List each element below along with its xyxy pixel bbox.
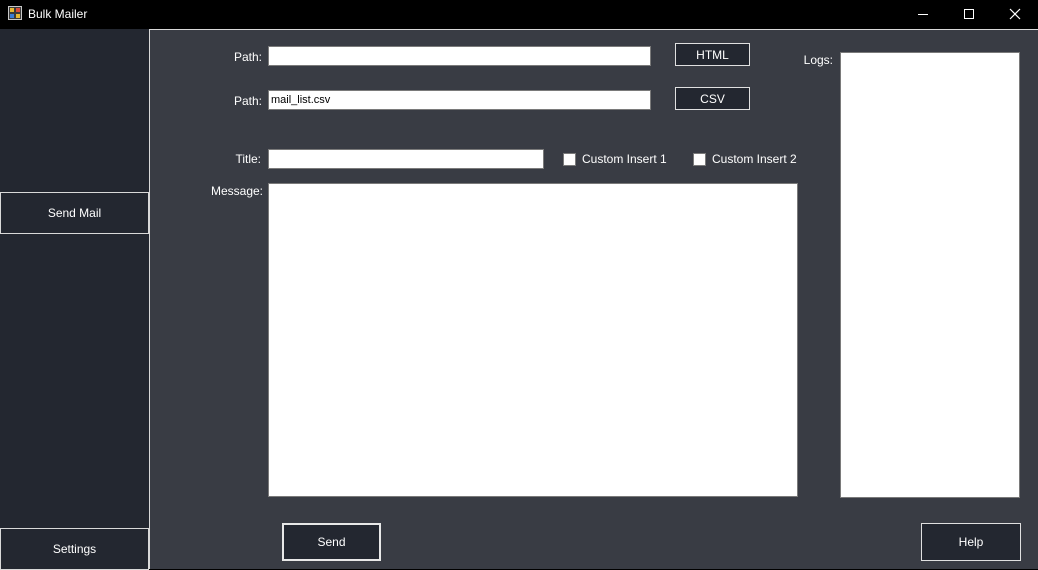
- window-title: Bulk Mailer: [28, 7, 88, 21]
- custom-insert-2-checkbox[interactable]: [693, 152, 706, 166]
- csv-browse-button[interactable]: CSV: [675, 87, 750, 110]
- message-label: Message:: [210, 184, 263, 198]
- html-browse-button[interactable]: HTML: [675, 43, 750, 66]
- custom-insert-1-checkbox[interactable]: [563, 152, 576, 166]
- send-button-label: Send: [317, 535, 346, 549]
- html-path-input[interactable]: [268, 46, 651, 66]
- close-button[interactable]: [992, 0, 1038, 28]
- custom-insert-1-label: Custom Insert 1: [582, 152, 667, 166]
- help-button[interactable]: Help: [921, 523, 1021, 561]
- maximize-button[interactable]: [946, 0, 992, 28]
- title-label: Title:: [235, 152, 261, 166]
- logs-textarea[interactable]: [840, 52, 1020, 498]
- help-button-label: Help: [958, 535, 984, 549]
- send-mail-nav-button[interactable]: Send Mail: [0, 192, 149, 234]
- custom-insert-1-option[interactable]: Custom Insert 1: [563, 152, 667, 166]
- close-icon: [1009, 8, 1021, 20]
- minimize-icon: [918, 14, 928, 15]
- settings-nav-label: Settings: [52, 542, 97, 556]
- logs-label: Logs:: [803, 53, 833, 67]
- html-path-label: Path:: [233, 50, 262, 64]
- minimize-button[interactable]: [900, 0, 946, 28]
- custom-insert-2-option[interactable]: Custom Insert 2: [693, 152, 797, 166]
- sidebar: Send Mail Settings: [0, 29, 149, 570]
- main-panel: Path: HTML Path: CSV Title: Custom Inser…: [149, 29, 1038, 569]
- app-icon: [8, 6, 22, 20]
- send-button[interactable]: Send: [282, 523, 381, 561]
- settings-nav-button[interactable]: Settings: [0, 528, 149, 570]
- html-browse-label: HTML: [696, 47, 729, 62]
- title-input[interactable]: [268, 149, 544, 169]
- message-textarea[interactable]: [268, 183, 798, 497]
- maximize-icon: [964, 9, 974, 19]
- csv-path-label: Path:: [233, 94, 262, 108]
- send-mail-nav-label: Send Mail: [47, 206, 102, 220]
- csv-browse-label: CSV: [700, 91, 725, 106]
- custom-insert-2-label: Custom Insert 2: [712, 152, 797, 166]
- title-bar: Bulk Mailer: [0, 0, 1038, 28]
- csv-path-input[interactable]: [268, 90, 651, 110]
